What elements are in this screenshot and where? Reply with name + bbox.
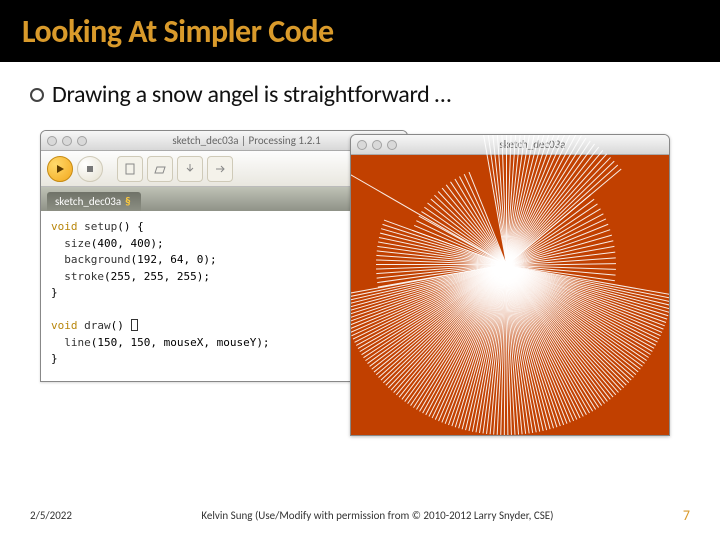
sketch-canvas[interactable] [351, 155, 669, 435]
footer-date: 2/5/2022 [30, 509, 72, 522]
tab-modified-icon: § [125, 195, 130, 208]
text-cursor [131, 319, 138, 331]
slide-footer: 2/5/2022 Kelvin Sung (Use/Modify with pe… [0, 507, 720, 524]
zoom-icon [387, 140, 397, 150]
zoom-icon [77, 136, 87, 146]
tab-label: sketch_dec03a [55, 195, 121, 208]
close-icon [357, 140, 367, 150]
close-icon [47, 136, 57, 146]
open-button[interactable] [147, 156, 173, 182]
title-bar: Looking At Simpler Code [0, 0, 720, 62]
sketch-tab[interactable]: sketch_dec03a § [47, 192, 141, 211]
bullet-text: Drawing a snow angel is straightforward … [52, 80, 451, 109]
minimize-icon [62, 136, 72, 146]
slide-title: Looking At Simpler Code [22, 12, 334, 51]
snow-angel-drawing [506, 265, 507, 266]
page-number: 7 [683, 507, 690, 524]
run-button[interactable] [47, 156, 73, 182]
export-button[interactable] [207, 156, 233, 182]
stop-button[interactable] [77, 156, 103, 182]
minimize-icon [372, 140, 382, 150]
footer-credit: Kelvin Sung (Use/Modify with permission … [72, 509, 683, 522]
bullet-icon [30, 88, 44, 102]
new-button[interactable] [117, 156, 143, 182]
save-button[interactable] [177, 156, 203, 182]
bullet-row: Drawing a snow angel is straightforward … [0, 62, 720, 109]
sketch-output-window: sketch_dec03a [350, 134, 670, 436]
